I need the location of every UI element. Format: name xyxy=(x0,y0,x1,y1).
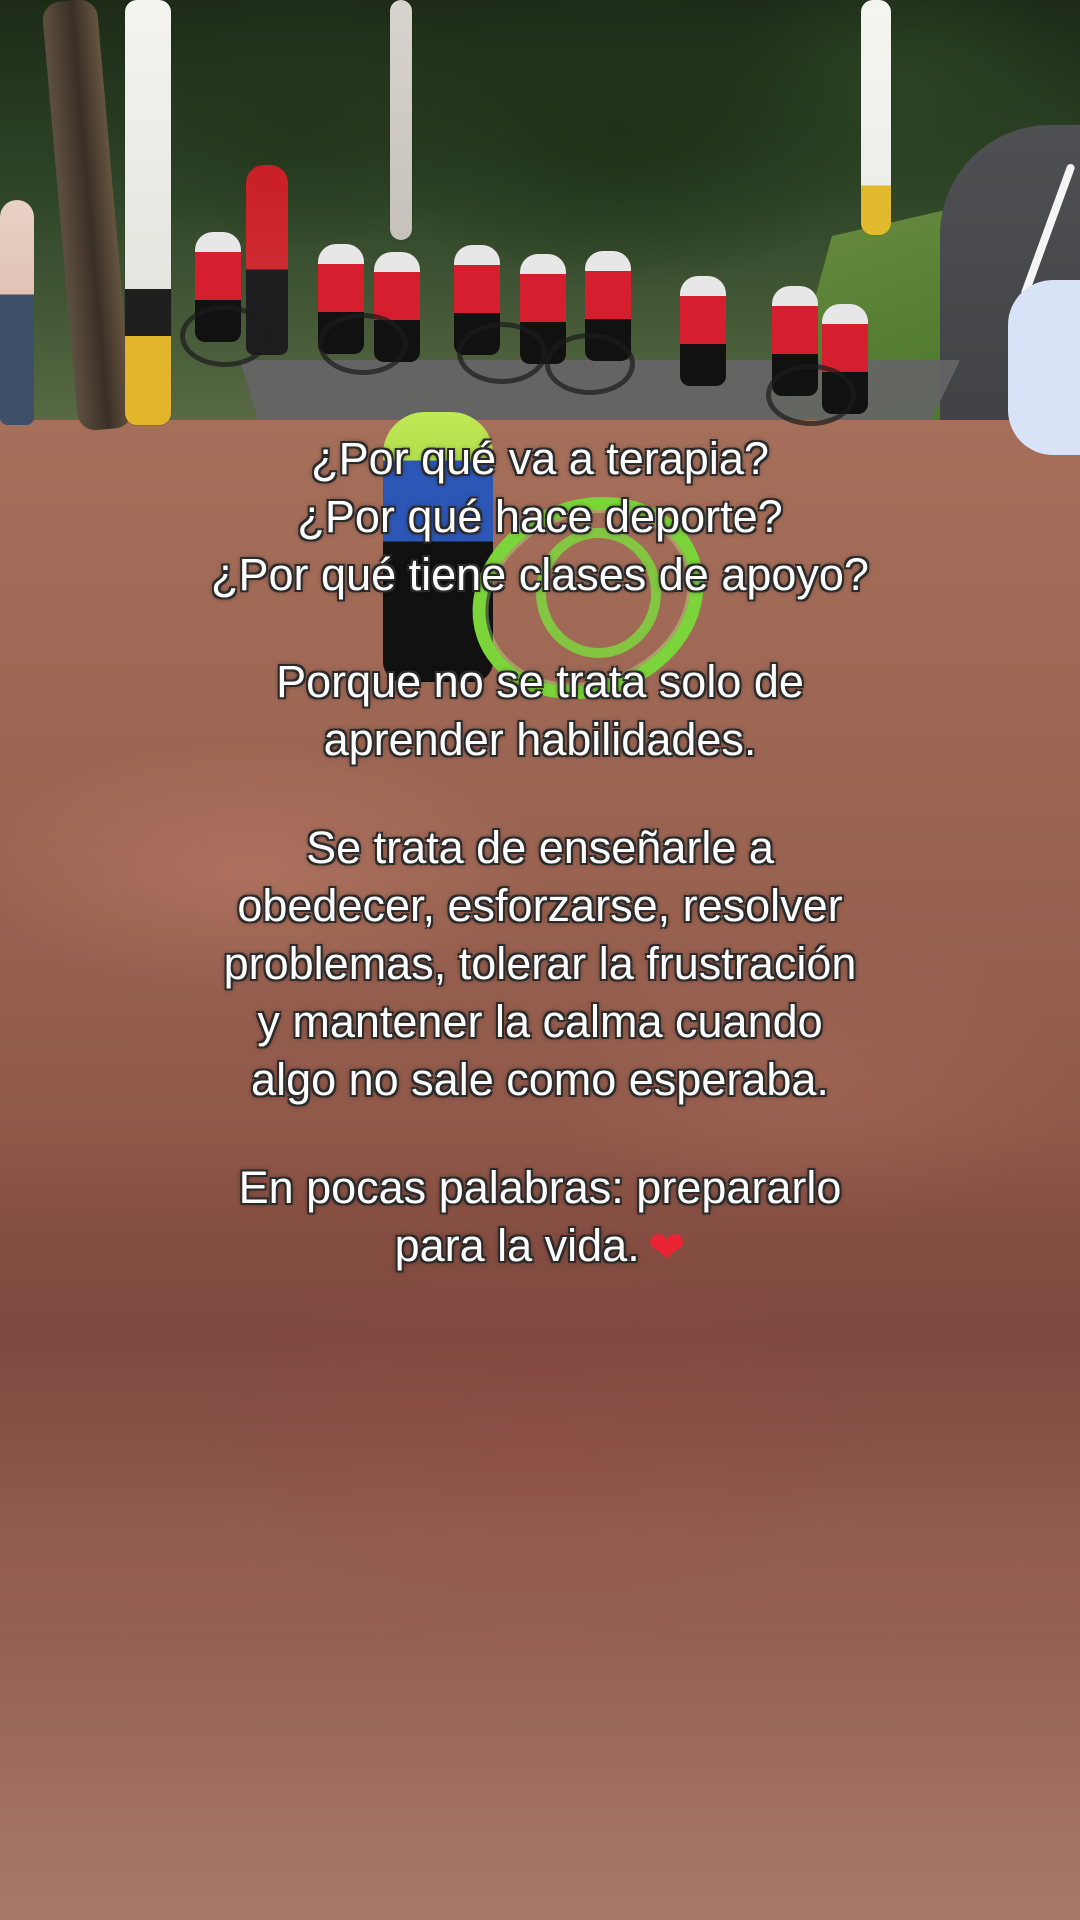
middle-post xyxy=(390,0,412,240)
details-line-4: y mantener la calma cuando xyxy=(257,996,823,1047)
bike-5 xyxy=(766,364,856,426)
closing-line-2-text: para la vida. xyxy=(394,1220,640,1271)
closing-text: En pocas palabras: prepararlo para la vi… xyxy=(0,1159,1080,1275)
closing-line-1: En pocas palabras: prepararlo xyxy=(238,1162,842,1213)
details-line-3: problemas, tolerar la frustración xyxy=(223,938,857,989)
reason-line-1: Porque no se trata solo de xyxy=(276,656,804,707)
bike-1 xyxy=(180,305,270,367)
reason-line-2: aprender habilidades. xyxy=(323,714,757,765)
details-line-2: obedecer, esforzarse, resolver xyxy=(237,880,843,931)
intro-line-1: ¿Por qué va a terapia? xyxy=(311,433,769,484)
details-text: Se trata de enseñarle a obedecer, esforz… xyxy=(0,819,1080,1109)
bike-4 xyxy=(545,333,635,395)
left-post xyxy=(125,0,171,425)
rider-7 xyxy=(680,276,726,386)
right-edge-person xyxy=(1008,280,1080,455)
bike-2 xyxy=(318,313,408,375)
heart-icon: ❤ xyxy=(647,1221,686,1274)
closing-line-2: para la vida. ❤ xyxy=(0,1217,1080,1275)
details-line-1: Se trata de enseñarle a xyxy=(306,822,774,873)
spectator xyxy=(0,200,34,425)
reason-text: Porque no se trata solo de aprender habi… xyxy=(0,653,1080,769)
right-post xyxy=(861,0,891,235)
bike-3 xyxy=(457,322,547,384)
intro-line-3: ¿Por qué tiene clases de apoyo? xyxy=(211,549,869,600)
intro-text: ¿Por qué va a terapia? ¿Por qué hace dep… xyxy=(0,430,1080,604)
details-line-5: algo no sale como esperaba. xyxy=(251,1054,829,1105)
intro-line-2: ¿Por qué hace deporte? xyxy=(297,491,783,542)
video-screen: ¿Por qué va a terapia? ¿Por qué hace dep… xyxy=(0,0,1080,1920)
